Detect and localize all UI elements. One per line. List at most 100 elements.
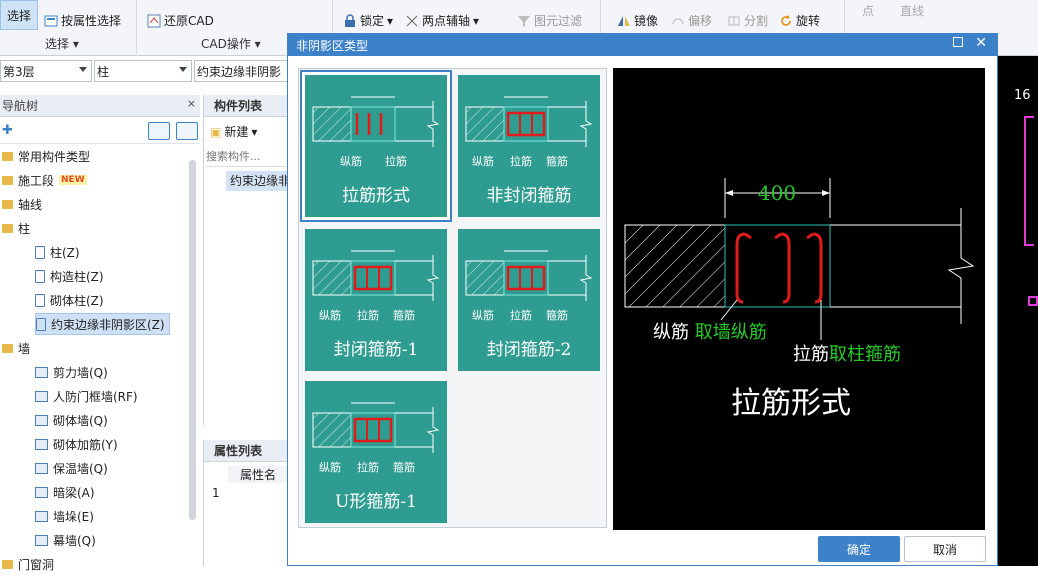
mirror-button[interactable]: 镜像	[617, 12, 658, 29]
offset-button[interactable]: 偏移	[671, 12, 712, 29]
sub-combo-value: 约束边缘非阴影	[197, 64, 282, 79]
tile-name: 封闭箍筋-1	[333, 340, 419, 360]
nav-item[interactable]: 砌体加筋(Y)	[35, 433, 118, 455]
rotate-label: 旋转	[796, 14, 821, 28]
wall-icon	[35, 462, 48, 474]
cancel-button[interactable]: 取消	[904, 536, 986, 562]
restore-cad-icon	[147, 14, 161, 27]
list-view-icon[interactable]	[148, 122, 170, 140]
offset-icon	[672, 18, 684, 24]
floor-combo[interactable]: 第3层	[0, 60, 92, 82]
nav-item[interactable]: 人防门框墙(RF)	[35, 385, 138, 407]
property-list-panel: 属性列表 属性名 1	[203, 440, 288, 566]
split-label: 分割	[744, 14, 769, 28]
nav-item[interactable]: 施工段 NEW	[2, 169, 87, 191]
nav-item[interactable]: 门窗洞	[2, 553, 54, 575]
tile-name: 非封闭箍筋	[486, 186, 572, 206]
rebar-type-tile[interactable]: 纵筋 拉筋 箍筋 封闭箍筋-2	[458, 229, 600, 371]
property-row-number: 1	[212, 486, 220, 500]
rebar-type-tile[interactable]: 纵筋 拉筋 箍筋 非封闭箍筋	[458, 75, 600, 217]
drawing-canvas[interactable]: 16	[998, 56, 1038, 566]
mirror-icon	[618, 15, 630, 26]
component-list-tab[interactable]: 构件列表	[204, 95, 288, 117]
folder-icon	[2, 199, 13, 209]
nav-item-label: 砌体加筋(Y)	[53, 437, 118, 452]
nav-item[interactable]: 常用构件类型	[2, 145, 90, 167]
preview-dimension: 400	[758, 181, 796, 205]
group-cad-label: CAD操作 ▾	[201, 37, 261, 51]
tile-rebar-label: 箍筋	[393, 309, 415, 322]
nav-item-label: 常用构件类型	[18, 149, 91, 164]
nav-item[interactable]: 暗梁(A)	[35, 481, 95, 503]
nav-item[interactable]: 墙	[2, 337, 30, 359]
point-button[interactable]: 点	[862, 2, 874, 19]
wall-icon	[35, 414, 48, 426]
rebar-type-tile[interactable]: 纵筋 拉筋 箍筋 U形箍筋-1	[305, 381, 447, 523]
two-point-axis-button[interactable]: 两点辅轴 ▾	[405, 12, 479, 29]
detail-view-icon[interactable]	[176, 122, 198, 140]
nav-item[interactable]: 构造柱(Z)	[35, 265, 104, 287]
nav-item-label: 暗梁(A)	[53, 485, 95, 500]
select-button[interactable]: 选择	[0, 0, 38, 30]
line-button[interactable]: 直线	[900, 2, 924, 19]
nav-close-icon[interactable]: ×	[187, 97, 196, 110]
nav-item-label: 柱	[18, 221, 31, 236]
close-icon[interactable]: ✕	[975, 35, 987, 51]
mirror-label: 镜像	[634, 14, 659, 28]
nav-item-label: 墙	[18, 341, 31, 356]
nav-item[interactable]: 幕墙(Q)	[35, 529, 96, 551]
folder-icon	[2, 151, 13, 161]
nav-item-label: 保温墙(Q)	[53, 461, 108, 476]
folder-icon	[2, 223, 13, 233]
nav-item[interactable]: 柱	[2, 217, 30, 239]
tile-rebar-label: 拉筋	[385, 155, 407, 168]
nav-add-icon[interactable]: ✚	[2, 123, 13, 138]
nav-item-label: 柱(Z)	[50, 245, 80, 260]
restore-cad-button[interactable]: 还原CAD	[147, 12, 214, 29]
property-list-tab[interactable]: 属性列表	[204, 440, 288, 462]
new-button[interactable]: ▣ 新建 ▾	[210, 123, 257, 140]
rebar-type-tile[interactable]: 纵筋 拉筋 箍筋 封闭箍筋-1	[305, 229, 447, 371]
nav-item[interactable]: 砌体墙(Q)	[35, 409, 108, 431]
wall-icon	[35, 438, 48, 450]
filter-icon	[518, 15, 530, 27]
preview-title: 拉筋形式	[731, 386, 851, 421]
nav-item[interactable]: 轴线	[2, 193, 42, 215]
nav-item[interactable]: 保温墙(Q)	[35, 457, 108, 479]
tile-name: 拉筋形式	[342, 186, 410, 206]
nav-item[interactable]: 柱(Z)	[35, 241, 80, 263]
lock-icon	[345, 13, 355, 27]
component-search-input[interactable]	[206, 147, 286, 167]
column-icon	[35, 245, 45, 259]
nav-item[interactable]: 剪力墙(Q)	[35, 361, 108, 383]
maximize-icon[interactable]	[953, 37, 963, 47]
nav-item[interactable]: 墙垛(E)	[35, 505, 94, 527]
type-combo[interactable]: 柱	[94, 60, 192, 82]
rebar-type-tile[interactable]: 纵筋 拉筋 拉筋形式	[305, 75, 447, 217]
floor-combo-value: 第3层	[3, 64, 35, 79]
rotate-icon	[781, 14, 791, 26]
nav-item[interactable]: 约束边缘非阴影区(Z)	[35, 313, 170, 335]
split-icon	[728, 16, 740, 25]
preview-panel: 400 纵筋 取墙纵筋 拉筋取柱箍筋 拉筋形式	[613, 68, 985, 530]
lock-label: 锁定	[360, 14, 385, 28]
component-item[interactable]: 约束边缘非	[226, 171, 288, 191]
lock-button[interactable]: 锁定 ▾	[343, 12, 393, 29]
attr-select-button[interactable]: 按属性选择	[44, 12, 121, 29]
nav-item[interactable]: 砌体柱(Z)	[35, 289, 104, 311]
nav-item-label: 轴线	[18, 197, 43, 212]
folder-icon	[2, 175, 13, 185]
tile-rebar-label: 拉筋	[357, 309, 379, 322]
new-badge: NEW	[59, 175, 87, 185]
nav-item-label: 约束边缘非阴影区(Z)	[51, 317, 165, 332]
canvas-magenta-shape-2	[1028, 296, 1038, 306]
ok-button[interactable]: 确定	[818, 536, 900, 562]
filter-button[interactable]: 图元过滤	[517, 12, 582, 29]
attr-select-label: 按属性选择	[61, 14, 122, 28]
attr-select-icon	[44, 15, 58, 26]
nav-scrollbar[interactable]	[189, 160, 196, 520]
tile-rebar-label: 纵筋	[472, 155, 494, 168]
sub-combo[interactable]: 约束边缘非阴影	[194, 60, 290, 82]
rotate-button[interactable]: 旋转	[779, 12, 820, 29]
split-button[interactable]: 分割	[727, 12, 768, 29]
